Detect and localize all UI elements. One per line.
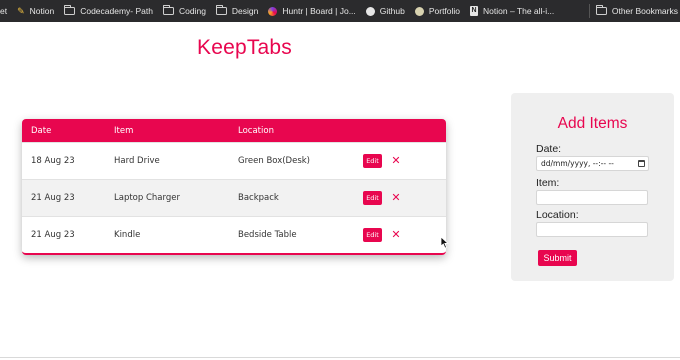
portfolio-icon <box>414 6 424 16</box>
bookmark-label: Github <box>379 6 405 16</box>
date-field-value: dd/mm/yyyy, --:-- -- <box>541 159 614 168</box>
bookmark-label: Notion <box>29 6 55 16</box>
delete-icon[interactable]: ✕ <box>390 226 402 242</box>
table-row: 21 Aug 23 Kindle Bedside Table Edit ✕ <box>22 216 446 253</box>
edit-button[interactable]: Edit <box>363 154 382 168</box>
table-header: Date Item Location <box>22 119 446 142</box>
folder-icon <box>162 5 174 15</box>
cell-item: Laptop Charger <box>114 193 180 203</box>
submit-button[interactable]: Submit <box>538 250 577 266</box>
cell-item: Hard Drive <box>114 156 160 166</box>
divider <box>588 4 590 18</box>
folder-icon <box>64 5 76 15</box>
header-location: Location <box>238 126 274 136</box>
cell-location: Backpack <box>238 193 279 203</box>
folder-icon <box>215 5 227 15</box>
bookmark-github[interactable]: Github <box>365 6 405 16</box>
date-field[interactable]: dd/mm/yyyy, --:-- -- <box>536 156 649 171</box>
bookmark-label: Codecademy- Path <box>80 6 153 16</box>
delete-icon[interactable]: ✕ <box>390 152 402 168</box>
bookmark-label: Huntr | Board | Jo... <box>282 6 356 16</box>
bookmark-portfolio[interactable]: Portfolio <box>414 6 461 16</box>
cell-location: Green Box(Desk) <box>238 156 311 166</box>
notion-doc-icon: N <box>470 6 479 16</box>
cell-date: 21 Aug 23 <box>31 230 75 240</box>
cell-item: Kindle <box>114 230 141 240</box>
bookmark-notion[interactable]: ✎ Notion <box>17 6 54 17</box>
item-label: Item: <box>536 177 560 189</box>
bookmark-label: et <box>0 6 8 16</box>
header-item: Item <box>114 126 134 136</box>
brand-logo[interactable]: KeepTabs <box>197 36 292 60</box>
bookmark-coding[interactable]: Coding <box>162 5 206 16</box>
bookmark-label: Coding <box>178 6 206 16</box>
other-bookmarks-label: Other Bookmarks <box>611 6 678 16</box>
edit-button[interactable]: Edit <box>363 191 382 205</box>
bookmark-et[interactable]: et <box>0 6 7 16</box>
other-bookmarks[interactable]: Other Bookmarks <box>584 0 678 22</box>
cell-date: 21 Aug 23 <box>31 193 75 203</box>
table-row: 18 Aug 23 Hard Drive Green Box(Desk) Edi… <box>22 142 446 179</box>
notion-pencil-icon: ✎ <box>17 5 25 16</box>
add-items-panel: Add Items Date: dd/mm/yyyy, --:-- -- Ite… <box>511 93 674 281</box>
cell-location: Bedside Table <box>238 230 297 240</box>
date-label: Date: <box>536 143 562 155</box>
header-date: Date <box>31 126 52 136</box>
folder-icon <box>595 5 607 15</box>
divider <box>0 357 680 358</box>
items-table: Date Item Location 18 Aug 23 Hard Drive … <box>22 119 446 255</box>
huntr-icon <box>268 6 278 16</box>
calendar-icon[interactable] <box>638 160 645 167</box>
edit-button[interactable]: Edit <box>363 228 382 242</box>
location-field[interactable] <box>536 222 648 237</box>
delete-icon[interactable]: ✕ <box>390 189 402 205</box>
cell-date: 18 Aug 23 <box>31 156 75 166</box>
bookmark-label: Notion – The all-i... <box>483 6 555 16</box>
bookmark-notion-home[interactable]: N Notion – The all-i... <box>470 6 554 16</box>
location-label: Location: <box>536 209 579 221</box>
panel-title: Add Items <box>557 115 628 132</box>
table-row: 21 Aug 23 Laptop Charger Backpack Edit ✕ <box>22 179 446 216</box>
bookmark-label: Design <box>231 6 259 16</box>
item-field[interactable] <box>536 190 648 205</box>
bookmark-codecademy[interactable]: Codecademy- Path <box>64 5 153 16</box>
bookmarks-bar: et ✎ Notion Codecademy- Path Coding Desi… <box>0 0 680 22</box>
github-icon <box>365 6 375 16</box>
bookmark-huntr[interactable]: Huntr | Board | Jo... <box>268 6 356 16</box>
mouse-cursor-icon <box>440 236 449 249</box>
bookmark-label: Portfolio <box>428 6 461 16</box>
bookmark-design[interactable]: Design <box>215 5 259 16</box>
